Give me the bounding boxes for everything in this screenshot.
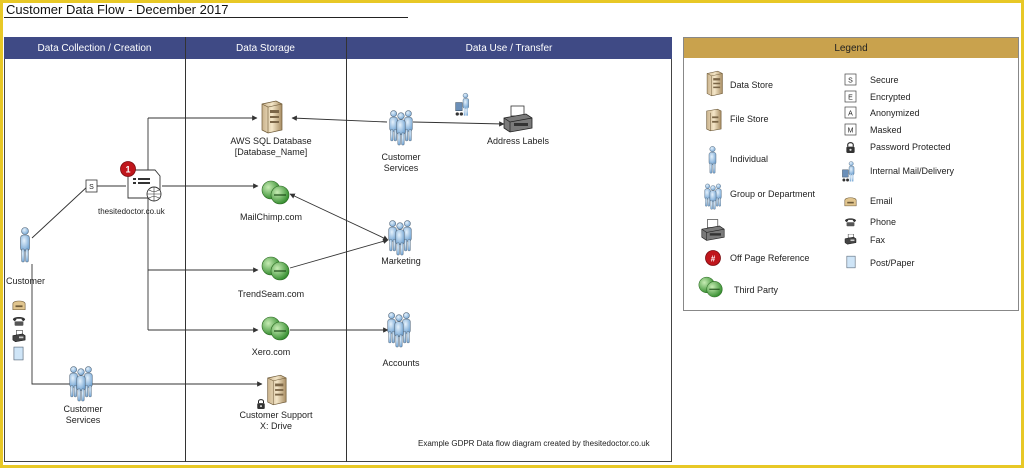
legend-individual-icon [708,146,717,174]
offpage-badge-number: 1 [125,165,130,175]
legend-email-icon [844,197,857,207]
legend-tag-masked: M [848,128,854,135]
legend-label-individual: Individual [730,154,769,164]
customer-services-top-line2: Services [383,163,419,173]
legend-tag-anonymized: A [848,111,853,118]
address-labels-printer-icon [503,105,533,133]
line-customer-to-support [31,264,263,387]
trendseam-third-party-icon [261,256,290,281]
xero-label: Xero.com [251,347,291,357]
customer-services-top-label: Customer Services [366,152,436,174]
legend-label-data-store: Data Store [730,80,774,90]
aws-label: AWS SQL Database [Database_Name] [226,136,316,158]
marketing-group-icon [389,221,412,256]
accounts-label: Accounts [382,358,420,368]
legend-label-fax: Fax [870,235,886,245]
customer-services-bottom-line2: Services [65,415,101,425]
website-label: thesitedoctor.co.uk [98,207,165,216]
delivery-cart-icon [455,92,470,117]
trendseam-label: TrendSeam.com [237,289,305,299]
mailchimp-label: MailChimp.com [239,212,302,222]
legend-fax-icon [844,234,857,245]
legend-fax-large-icon [701,219,725,241]
phone-icon [12,317,26,326]
legend-tag-encrypted: E [848,95,853,102]
legend-label-post: Post/Paper [870,258,915,268]
secure-tag-text: S [89,184,94,191]
support-lock-icon [256,399,266,410]
customer-services-bottom-label: Customer Services [48,404,118,426]
aws-label-line2: [Database_Name] [234,147,308,157]
marketing-label: Marketing [381,256,421,266]
diagram-caption: Example GDPR Data flow diagram created b… [418,439,650,448]
customer-person-icon [20,227,30,263]
legend-label-phone: Phone [870,217,897,227]
legend-label-off-page: Off Page Reference [730,253,810,263]
customer-services-bottom-line1: Customer [63,404,103,414]
legend-label-secure: Secure [870,75,899,85]
legend-lock-icon [845,142,856,154]
customer-support-label: Customer Support X: Drive [226,410,326,432]
aws-label-line1: AWS SQL Database [230,136,312,146]
legend-data-store-icon [706,70,723,97]
customer-label: Customer [6,276,46,286]
legend-tag-secure: S [848,78,853,85]
support-server-icon [267,374,287,406]
legend-group-icon [705,184,722,209]
line-services-labels [412,121,505,127]
legend-label-email: Email [870,196,893,206]
legend-label-encrypted: Encrypted [870,92,911,102]
legend-mail-cart-icon [842,161,855,182]
legend-label-file-store: File Store [730,114,769,124]
fax-icon [12,330,26,343]
legend-third-party-icon [698,276,723,298]
mailchimp-third-party-icon [261,180,290,205]
legend-label-third-party: Third Party [734,285,779,295]
flow-diagram: S 1 # S E A M [12,70,857,410]
accounts-group-icon [388,313,411,348]
legend-label-group: Group or Department [730,189,816,199]
legend-file-store-icon [706,108,722,132]
legend-offpage-symbol: # [711,255,716,264]
legend-label-masked: Masked [870,125,902,135]
customer-support-line2: X: Drive [259,421,292,431]
address-labels-label: Address Labels [486,136,550,146]
legend-phone-icon [845,218,856,227]
customer-services-top-group-icon [390,111,413,146]
line-aws-services [291,115,388,123]
paper-icon [13,346,24,361]
legend-post-icon [846,255,856,269]
legend-label-password: Password Protected [870,142,951,152]
legend-label-anonymized: Anonymized [870,108,920,118]
aws-server-icon [261,100,283,134]
legend-label-internal-mail: Internal Mail/Delivery [870,166,955,176]
customer-services-group-icon [70,367,93,402]
mailbox-icon [12,300,26,311]
xero-third-party-icon [261,316,290,341]
customer-support-line1: Customer Support [239,410,313,420]
customer-services-top-line1: Customer [381,152,421,162]
